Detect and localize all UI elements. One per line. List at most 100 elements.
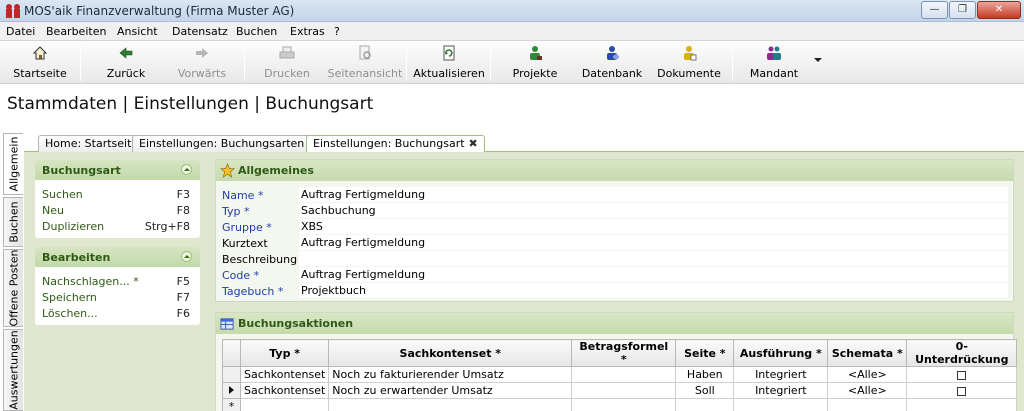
close-tab-icon[interactable]: ✖ xyxy=(469,137,478,150)
menu-bar: Datei Bearbeiten Ansicht Datensatz Buche… xyxy=(0,22,1024,41)
cell-sachkontenset[interactable] xyxy=(328,398,573,411)
aktualisieren-button[interactable]: Aktualisieren xyxy=(412,43,486,82)
close-button[interactable]: ✕ xyxy=(977,1,1021,19)
menu-datensatz[interactable]: Datensatz xyxy=(172,25,228,38)
vorwaerts-button[interactable]: Vorwärts xyxy=(170,43,234,82)
side-tab-offene-posten[interactable]: Offene Posten xyxy=(3,249,23,327)
toolbar: Startseite Zurück Vorwärts Drucken Seite… xyxy=(0,41,1024,84)
side-tab-auswertungen[interactable]: Auswertungen xyxy=(3,329,23,411)
action-loeschen[interactable]: Löschen... F6 xyxy=(35,305,200,321)
minimize-button[interactable]: — xyxy=(921,1,948,19)
table-row[interactable]: Sachkontenset Noch zu erwartender Umsatz… xyxy=(222,382,1018,399)
unterdrueckung-checkbox[interactable] xyxy=(957,386,967,396)
typ-field-row: Typ * Sachbuchung xyxy=(222,203,1008,219)
cell-typ[interactable] xyxy=(239,398,330,411)
row-selector[interactable] xyxy=(222,366,241,383)
table-row[interactable]: Sachkontenset Noch zu fakturierender Ums… xyxy=(222,366,1018,383)
mandant-dropdown-icon[interactable] xyxy=(814,58,822,62)
kurztext-input[interactable]: Auftrag Fertigmeldung xyxy=(299,235,1008,250)
action-neu[interactable]: Neu F8 xyxy=(35,202,200,218)
arrow-left-icon xyxy=(119,47,133,59)
window-title: MOS'aik Finanzverwaltung (Firma Muster A… xyxy=(24,4,295,18)
maximize-button[interactable]: ❐ xyxy=(949,1,976,19)
new-row[interactable]: * xyxy=(222,398,1018,411)
tab-einstellungen-buchungsart[interactable]: Einstellungen: Buchungsart ✖ xyxy=(306,135,485,153)
cell-ausfuehrung[interactable]: Integriert xyxy=(733,366,829,383)
buchungsart-box-header[interactable]: Buchungsart xyxy=(35,160,200,180)
gruppe-field-row: Gruppe * XBS xyxy=(222,219,1008,235)
title-bar: MOS'aik Finanzverwaltung (Firma Muster A… xyxy=(0,0,1024,22)
projekte-button[interactable]: Projekte xyxy=(504,43,566,82)
mandant-button[interactable]: Mandant xyxy=(744,43,804,82)
tab-home-startseite[interactable]: Home: Startseite xyxy=(38,135,146,152)
zurueck-button[interactable]: Zurück xyxy=(94,43,158,82)
column-header-seite[interactable]: Seite * xyxy=(675,339,735,367)
datenbank-button[interactable]: Datenbank xyxy=(578,43,646,82)
bearbeiten-box-header[interactable]: Bearbeiten xyxy=(35,247,200,267)
code-input[interactable]: Auftrag Fertigmeldung xyxy=(299,267,1008,282)
cell-sachkontenset[interactable]: Noch zu fakturierender Umsatz xyxy=(328,366,573,383)
cell-typ[interactable]: Sachkontenset xyxy=(239,382,330,399)
person-blue-icon xyxy=(607,46,619,60)
seitenansicht-button[interactable]: Seitenansicht xyxy=(326,43,404,82)
gruppe-input[interactable]: XBS xyxy=(299,219,1008,234)
cell-sachkontenset[interactable]: Noch zu erwartender Umsatz xyxy=(328,382,573,399)
column-header-betragsformel[interactable]: Betragsformel * xyxy=(571,339,677,367)
column-header-sachkontenset[interactable]: Sachkontenset * xyxy=(328,339,573,367)
side-tab-buchen[interactable]: Buchen xyxy=(3,197,23,247)
side-tab-allgemein[interactable]: Allgemein xyxy=(3,133,23,195)
column-header-unterdrueckung[interactable]: 0-Unterdrückung xyxy=(906,339,1018,367)
menu-datei[interactable]: Datei xyxy=(6,25,35,38)
cell-seite[interactable] xyxy=(675,398,735,411)
printer-icon xyxy=(279,46,295,59)
buchungsart-action-box: Buchungsart Suchen F3 Neu F8 Duplizieren… xyxy=(35,160,200,238)
name-input[interactable]: Auftrag Fertigmeldung xyxy=(299,187,1008,202)
cell-schemata[interactable]: <Alle> xyxy=(827,366,908,383)
cell-betragsformel[interactable] xyxy=(571,366,677,383)
current-row-icon xyxy=(229,386,234,394)
new-row-selector[interactable]: * xyxy=(222,398,241,411)
cell-unterdrueckung[interactable] xyxy=(906,382,1018,399)
cell-seite[interactable]: Soll xyxy=(675,382,735,399)
beschreibung-input[interactable] xyxy=(299,251,1008,266)
cell-ausfuehrung[interactable]: Integriert xyxy=(733,382,829,399)
cell-betragsformel[interactable] xyxy=(571,398,677,411)
refresh-icon xyxy=(443,45,455,61)
tagebuch-field-row: Tagebuch * Projektbuch xyxy=(222,283,1008,299)
toolbar-separator xyxy=(244,45,245,81)
tab-einstellungen-buchungsarten[interactable]: Einstellungen: Buchungsarten✖ xyxy=(132,135,325,152)
action-duplizieren[interactable]: Duplizieren Strg+F8 xyxy=(35,218,200,234)
menu-ansicht[interactable]: Ansicht xyxy=(117,25,158,38)
cell-ausfuehrung[interactable] xyxy=(733,398,829,411)
cell-betragsformel[interactable] xyxy=(571,382,677,399)
cell-schemata[interactable] xyxy=(827,398,908,411)
typ-input[interactable]: Sachbuchung xyxy=(299,203,1008,218)
menu-buchen[interactable]: Buchen xyxy=(236,25,277,38)
action-speichern[interactable]: Speichern F7 xyxy=(35,289,200,305)
person-green-icon xyxy=(530,46,542,60)
cell-typ[interactable]: Sachkontenset xyxy=(239,366,330,383)
action-suchen[interactable]: Suchen F3 xyxy=(35,186,200,202)
column-header-schemata[interactable]: Schemata * xyxy=(827,339,908,367)
row-selector[interactable] xyxy=(222,382,241,399)
person-yellow-icon xyxy=(684,46,697,61)
column-header-typ[interactable]: Typ * xyxy=(239,339,330,367)
drucken-button[interactable]: Drucken xyxy=(256,43,318,82)
column-header-ausfuehrung[interactable]: Ausführung * xyxy=(733,339,829,367)
cell-unterdrueckung[interactable] xyxy=(906,366,1018,383)
side-tab-strip: Allgemein Buchen Offene Posten Auswertun… xyxy=(0,131,24,411)
tagebuch-input[interactable]: Projektbuch xyxy=(299,283,1008,298)
cell-schemata[interactable]: <Alle> xyxy=(827,382,908,399)
menu-bearbeiten[interactable]: Bearbeiten xyxy=(46,25,106,38)
startseite-button[interactable]: Startseite xyxy=(8,43,72,82)
cell-unterdrueckung[interactable] xyxy=(906,398,1018,411)
action-nachschlagen[interactable]: Nachschlagen... * F5 xyxy=(35,273,200,289)
menu-help[interactable]: ? xyxy=(334,25,340,38)
unterdrueckung-checkbox[interactable] xyxy=(957,370,967,380)
cell-seite[interactable]: Haben xyxy=(675,366,735,383)
dokumente-button[interactable]: Dokumente xyxy=(652,43,726,82)
collapse-icon[interactable] xyxy=(181,251,192,262)
collapse-icon[interactable] xyxy=(181,164,192,175)
menu-extras[interactable]: Extras xyxy=(290,25,325,38)
grid-corner xyxy=(222,339,241,367)
